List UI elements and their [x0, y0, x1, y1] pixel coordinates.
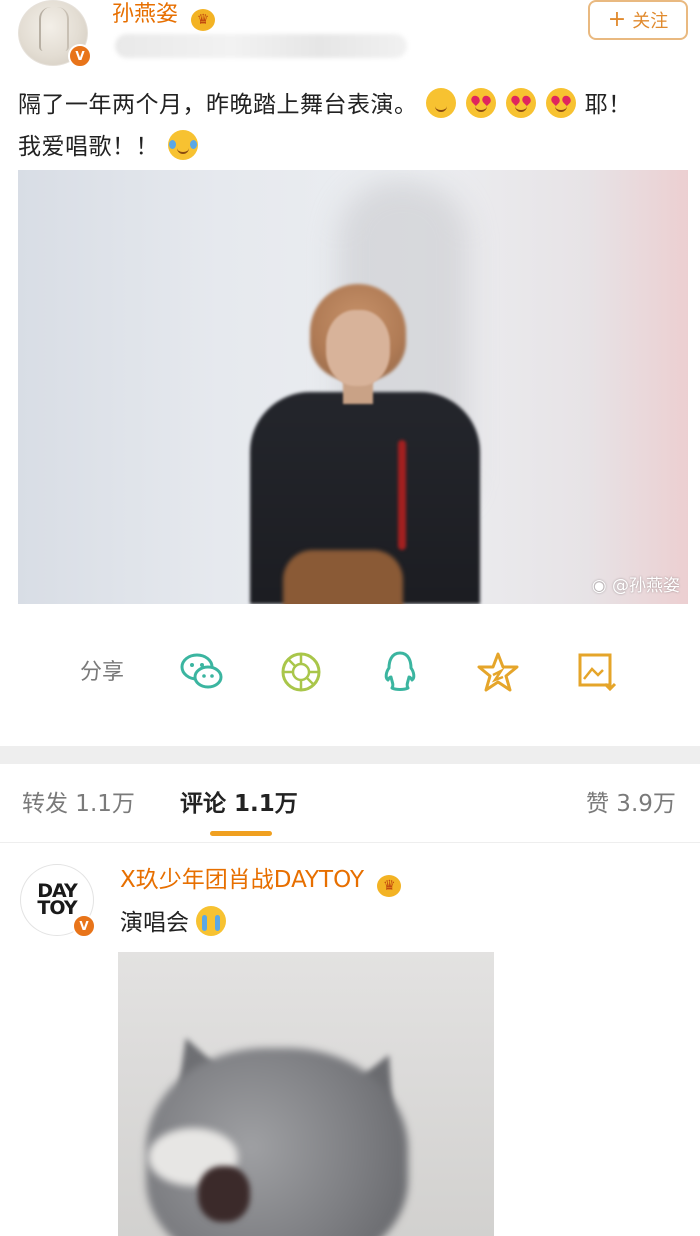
commenter-name[interactable]: X玖少年团肖战DAYTOY ♛	[120, 864, 402, 897]
crying-icon	[196, 906, 227, 936]
vip-crown-icon: ♛	[191, 9, 216, 31]
favorite-star-icon[interactable]	[476, 650, 520, 694]
post-text-tail: 耶！	[584, 92, 632, 118]
heart-eyes-icon	[505, 88, 536, 118]
follow-label: 关注	[632, 11, 669, 32]
avatar-logo-bottom: TOY	[37, 897, 77, 919]
author-name[interactable]: 孙燕姿 ♛	[112, 0, 216, 31]
qq-icon[interactable]	[378, 650, 422, 694]
author-name-text: 孙燕姿	[112, 2, 179, 27]
post-text-line1: 隔了一年两个月，昨晚踏上舞台表演。	[18, 92, 418, 118]
vip-crown-icon: ♛	[377, 875, 402, 897]
moments-icon[interactable]	[279, 650, 323, 694]
post-text: 隔了一年两个月，昨晚踏上舞台表演。 耶！ 我爱唱歌！！	[18, 84, 688, 168]
wechat-icon[interactable]	[180, 650, 224, 694]
tab-repost[interactable]: 转发 1.1万	[22, 786, 135, 822]
comment-image[interactable]	[118, 952, 494, 1236]
weibo-logo-icon: ◉	[591, 576, 607, 596]
post-text-line2: 我爱唱歌！！	[18, 134, 159, 160]
save-image-icon[interactable]	[576, 650, 620, 694]
comment-text-content: 演唱会	[120, 910, 189, 936]
tab-like[interactable]: 赞 3.9万	[586, 786, 676, 822]
comment-text: 演唱会	[120, 906, 227, 939]
share-label: 分享	[80, 660, 125, 685]
shy-smile-icon	[426, 88, 457, 118]
commenter-verified-badge: V	[72, 914, 96, 938]
verified-badge: V	[68, 44, 92, 68]
heart-eyes-icon	[466, 88, 497, 118]
post-meta-blurred	[115, 34, 407, 58]
section-divider	[0, 746, 700, 764]
commenter-name-text: X玖少年团肖战DAYTOY	[120, 867, 365, 893]
watermark-text: @孙燕姿	[612, 576, 680, 596]
laugh-cry-icon	[167, 130, 198, 160]
image-watermark: ◉ @孙燕姿	[592, 571, 680, 596]
plus-icon: +	[607, 7, 627, 32]
follow-button[interactable]: + 关注	[588, 0, 688, 40]
post-image[interactable]: ◉ @孙燕姿	[18, 170, 688, 604]
tab-comment[interactable]: 评论 1.1万	[180, 786, 298, 822]
tabs-divider	[0, 842, 700, 843]
active-tab-indicator	[210, 831, 272, 836]
heart-eyes-icon	[545, 88, 576, 118]
